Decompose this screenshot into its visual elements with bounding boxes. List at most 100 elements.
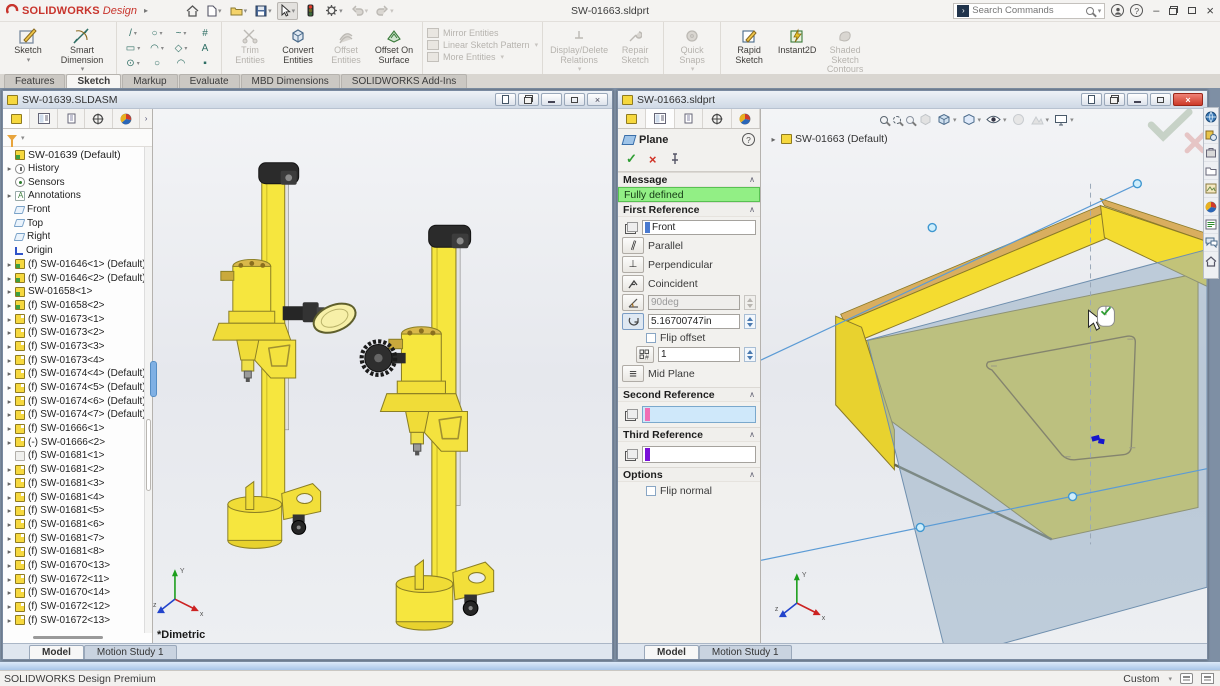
new-document-button[interactable]: ▾ bbox=[204, 2, 225, 20]
expander-icon[interactable] bbox=[5, 520, 14, 529]
minimize-button[interactable]: – bbox=[1153, 5, 1159, 17]
point-tool[interactable]: ▪ bbox=[193, 56, 217, 71]
tree-item[interactable]: (f) SW-01674<5> (Default) bbox=[3, 381, 144, 395]
undo-button[interactable]: ▾ bbox=[348, 2, 372, 20]
toolbox-tab[interactable] bbox=[1204, 144, 1218, 162]
dropdown-caret[interactable]: ▾ bbox=[365, 7, 369, 15]
third-reference-input[interactable] bbox=[642, 446, 756, 463]
circle-tool[interactable]: ○▾ bbox=[145, 26, 169, 41]
part-window-titlebar[interactable]: SW-01663.sldprt × bbox=[618, 91, 1207, 109]
dropdown-caret[interactable]: ▾ bbox=[81, 66, 85, 73]
tree-item[interactable]: Front bbox=[3, 203, 144, 217]
dropdown-caret[interactable]: ▾ bbox=[1098, 7, 1102, 15]
tree-item[interactable]: (f) SW-01646<2> (Default) bbox=[3, 271, 144, 285]
dropdown-caret[interactable]: ▾ bbox=[691, 66, 695, 73]
offset-distance-input[interactable]: 5.16700747in bbox=[648, 314, 740, 329]
expander-icon[interactable] bbox=[5, 164, 14, 173]
arc-tool[interactable]: ◠▾ bbox=[145, 41, 169, 56]
featuremanager-tree-tab[interactable] bbox=[618, 109, 646, 128]
expander-icon[interactable] bbox=[5, 397, 14, 406]
restore-button[interactable] bbox=[1169, 6, 1178, 15]
dropdown-caret[interactable]: ▾ bbox=[953, 116, 957, 124]
tree-scrollbar-thumb[interactable] bbox=[146, 419, 151, 491]
dropdown-caret[interactable]: ▾ bbox=[218, 7, 222, 15]
open-document-button[interactable]: ▾ bbox=[227, 2, 251, 20]
coincident-row[interactable]: Coincident bbox=[618, 274, 760, 293]
propertymanager-tab[interactable] bbox=[30, 109, 57, 128]
close-window-button[interactable]: × bbox=[587, 93, 608, 106]
tree-item[interactable]: Annotations bbox=[3, 189, 144, 203]
dropdown-caret[interactable]: ▾ bbox=[268, 7, 272, 15]
view-orientation-button[interactable]: ▾ bbox=[936, 112, 958, 127]
confirm-cancel-icon[interactable] bbox=[1187, 135, 1203, 151]
home-button[interactable] bbox=[182, 2, 202, 20]
configurationmanager-tab[interactable] bbox=[58, 109, 85, 128]
confirm-ok-icon[interactable] bbox=[1151, 112, 1189, 137]
expander-icon[interactable] bbox=[5, 369, 14, 378]
tree-item[interactable]: Origin bbox=[3, 244, 144, 258]
spline-tool[interactable]: ~▾ bbox=[169, 26, 193, 41]
options-section-header[interactable]: Options ∧ bbox=[618, 467, 760, 482]
expander-icon[interactable] bbox=[5, 479, 14, 488]
mirror-entities-button[interactable]: Mirror Entities bbox=[427, 28, 538, 38]
dropdown-caret[interactable]: ▾ bbox=[1070, 116, 1074, 124]
appearances-scenes-tab[interactable] bbox=[1204, 198, 1218, 216]
dropdown-caret[interactable]: ▾ bbox=[21, 134, 25, 142]
part-viewport[interactable]: ▾ ▾ ▾ ▾ ▾ ▸ SW-01663 (Default) bbox=[761, 109, 1207, 643]
perpendicular-row[interactable]: ⊥ Perpendicular bbox=[618, 255, 760, 274]
machine-2[interactable] bbox=[362, 225, 494, 630]
dropdown-caret[interactable]: ▾ bbox=[244, 7, 248, 15]
solidworks-resources-tab[interactable] bbox=[1204, 108, 1218, 126]
dropdown-caret[interactable]: ▾ bbox=[137, 60, 140, 67]
dropdown-caret[interactable]: ▾ bbox=[578, 66, 582, 73]
expander-icon[interactable] bbox=[5, 328, 14, 337]
custom-properties-tab[interactable] bbox=[1204, 216, 1218, 234]
unit-system-selector[interactable]: Custom bbox=[1123, 673, 1159, 685]
view-settings-button[interactable]: ▾ bbox=[1053, 113, 1075, 127]
dropdown-caret[interactable]: ▾ bbox=[1046, 116, 1050, 124]
help-button[interactable]: ? bbox=[1130, 4, 1143, 17]
dropdown-caret[interactable]: ▾ bbox=[292, 7, 296, 15]
tree-item[interactable]: (f) SW-01658<2> bbox=[3, 299, 144, 313]
displaymanager-tab[interactable] bbox=[732, 109, 760, 128]
tree-item[interactable]: (f) SW-01674<6> (Default) bbox=[3, 394, 144, 408]
tree-item[interactable]: (-) SW-01666<2> bbox=[3, 435, 144, 449]
rectangle-tool[interactable]: ▭▾ bbox=[121, 41, 145, 56]
sketch-button[interactable]: Sketch ▾ bbox=[4, 24, 52, 64]
tree-item[interactable]: (f) SW-01673<1> bbox=[3, 312, 144, 326]
configurationmanager-tab[interactable] bbox=[675, 109, 703, 128]
display-style-button[interactable]: ▾ bbox=[961, 112, 983, 127]
tree-horizontal-scrollbar[interactable] bbox=[33, 636, 103, 639]
expander-icon[interactable] bbox=[5, 561, 14, 570]
tree-item[interactable]: (f) SW-01673<2> bbox=[3, 326, 144, 340]
flip-normal-checkbox[interactable] bbox=[646, 486, 656, 496]
edit-appearance-button[interactable] bbox=[1011, 112, 1026, 127]
plane-handle[interactable] bbox=[1133, 180, 1141, 188]
model-tab[interactable]: Model bbox=[644, 645, 699, 659]
home-tab[interactable] bbox=[1204, 252, 1218, 270]
flip-offset-checkbox[interactable] bbox=[646, 333, 656, 343]
dimxpertmanager-tab[interactable] bbox=[703, 109, 731, 128]
tree-item[interactable]: (f) SW-01673<4> bbox=[3, 353, 144, 367]
expander-icon[interactable] bbox=[5, 274, 14, 283]
pm-help-button[interactable]: ? bbox=[742, 133, 755, 146]
minimize-window-button[interactable] bbox=[541, 93, 562, 106]
collapse-chevron-icon[interactable]: ∧ bbox=[749, 430, 755, 439]
tab-mbd-dimensions[interactable]: MBD Dimensions bbox=[241, 74, 340, 88]
offset-on-surface-button[interactable]: Offset On Surface bbox=[370, 24, 418, 65]
options-button[interactable]: ▾ bbox=[322, 2, 346, 20]
collapse-chevron-icon[interactable]: ∧ bbox=[749, 205, 755, 214]
plane-handle[interactable] bbox=[916, 523, 924, 531]
expander-icon[interactable] bbox=[5, 438, 14, 447]
menu-flyout-icon[interactable]: ▸ bbox=[144, 6, 148, 15]
panel-expand-icon[interactable]: › bbox=[140, 109, 152, 128]
tree-item[interactable]: (f) SW-01674<7> (Default) bbox=[3, 408, 144, 422]
tree-item[interactable]: (f) SW-01681<7> bbox=[3, 531, 144, 545]
close-window-button[interactable]: × bbox=[1173, 93, 1203, 106]
tree-item[interactable]: SW-01639 (Default) bbox=[3, 148, 144, 162]
zoom-fit-button[interactable] bbox=[879, 115, 889, 125]
expander-icon[interactable] bbox=[5, 315, 14, 324]
tree-item[interactable]: (f) SW-01672<12> bbox=[3, 600, 144, 614]
search-commands-box[interactable]: › ▾ bbox=[953, 3, 1105, 19]
expander-icon[interactable] bbox=[5, 547, 14, 556]
